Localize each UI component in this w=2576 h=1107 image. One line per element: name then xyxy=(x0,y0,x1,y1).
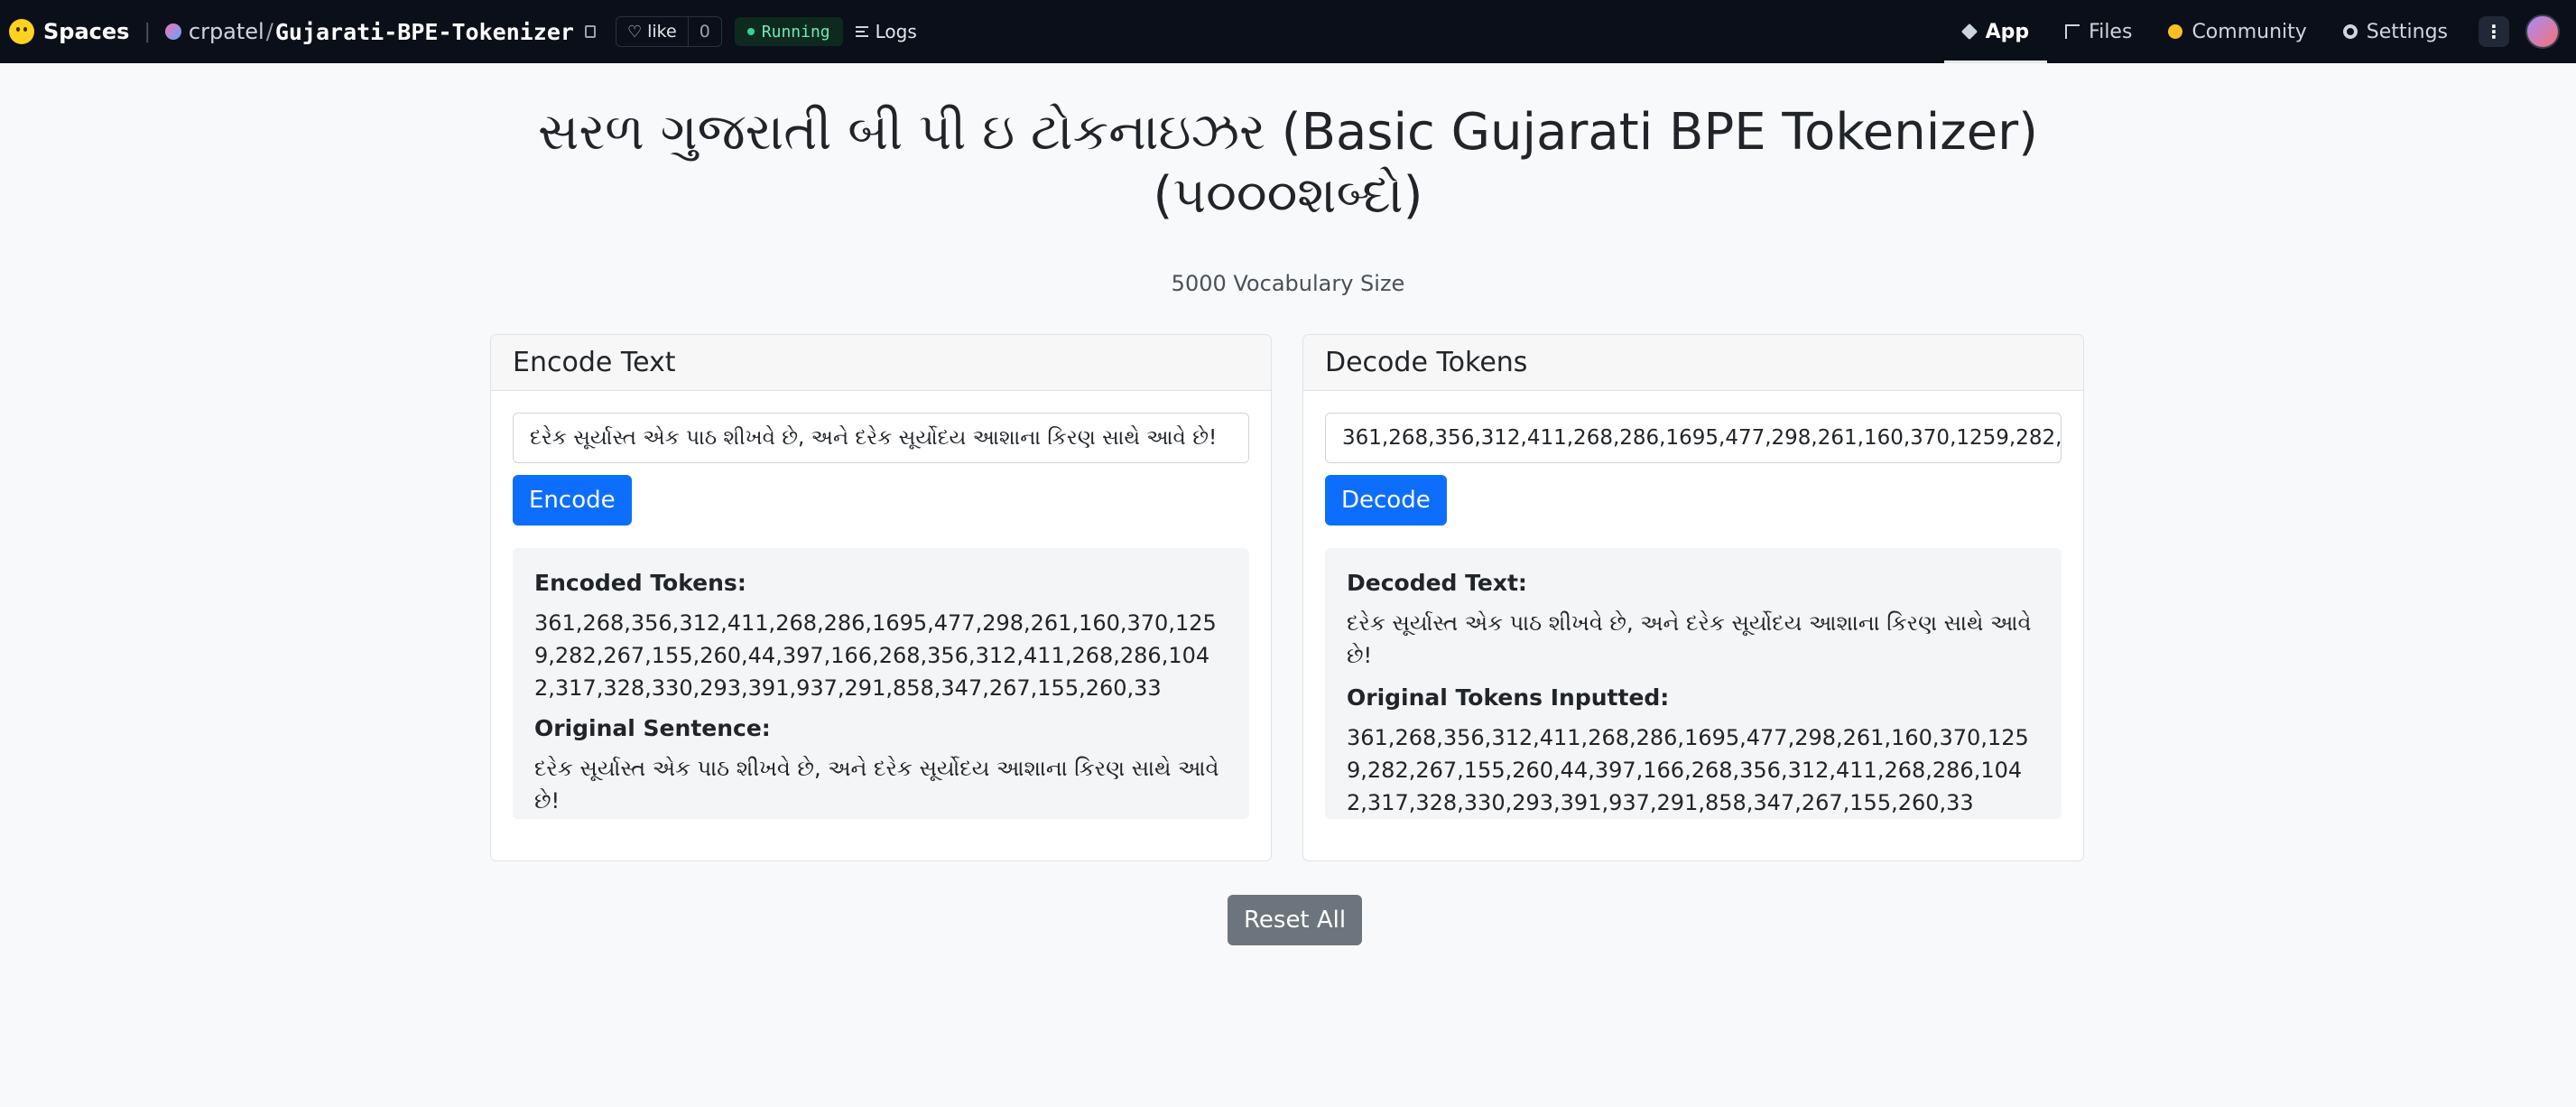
decode-result-panel: Decoded Text: દરેક સૂર્યાસ્ત એક પાઠ શીખવ… xyxy=(1325,548,2062,819)
original-tokens-value: 361,268,356,312,411,268,286,1695,477,298… xyxy=(1347,725,2029,815)
more-options-button[interactable]: ⋮ xyxy=(2479,16,2509,47)
repo-name-link[interactable]: Gujarati-BPE-Tokenizer xyxy=(275,19,574,45)
decode-button[interactable]: Decode xyxy=(1325,475,1447,526)
decoded-text-value: દરેક સૂર્યાસ્ત એક પાઠ શીખવે છે, અને દરેક… xyxy=(1347,610,2032,668)
copy-icon[interactable] xyxy=(584,25,596,38)
top-bar-left: Spaces | crpatel / Gujarati-BPE-Tokenize… xyxy=(0,0,917,63)
decoded-text-label: Decoded Text: xyxy=(1347,570,1527,596)
tab-settings-label: Settings xyxy=(2366,20,2448,43)
reset-all-button[interactable]: Reset All xyxy=(1228,895,1363,945)
hugging-face-logo-icon[interactable] xyxy=(9,19,34,44)
owner-avatar-icon xyxy=(164,23,181,40)
spaces-link[interactable]: Spaces xyxy=(43,19,129,44)
status-label: Running xyxy=(761,22,830,42)
encode-text-input[interactable]: દરેક સૂર્યાસ્ત એક પાઠ શીખવે છે, અને દરેક… xyxy=(513,413,1249,463)
decode-card: Decode Tokens 361,268,356,312,411,268,28… xyxy=(1302,334,2084,861)
original-sentence-value: દરેક સૂર્યાસ્ત એક પાઠ શીખવે છે, અને દરેક… xyxy=(534,756,1219,814)
original-tokens-label: Original Tokens Inputted: xyxy=(1347,684,1670,711)
tab-settings[interactable]: Settings xyxy=(2325,0,2466,63)
encoded-tokens-label: Encoded Tokens: xyxy=(534,570,746,596)
logs-icon xyxy=(855,26,868,37)
settings-icon xyxy=(2342,24,2358,39)
page-subtitle: 5000 Vocabulary Size xyxy=(1171,271,1405,296)
tab-community[interactable]: Community xyxy=(2150,0,2324,63)
encode-result-panel: Encoded Tokens: 361,268,356,312,411,268,… xyxy=(513,548,1249,819)
decode-card-header: Decode Tokens xyxy=(1303,335,2083,391)
encode-button[interactable]: Encode xyxy=(513,475,632,526)
encode-card-header: Encode Text xyxy=(491,335,1271,391)
logs-label: Logs xyxy=(875,21,917,42)
tab-files[interactable]: Files xyxy=(2047,0,2150,63)
status-dot-icon xyxy=(746,28,755,35)
logs-button[interactable]: Logs xyxy=(855,21,917,42)
top-bar-right: App Files Community Settings ⋮ xyxy=(1943,0,2576,63)
decode-tokens-input[interactable]: 361,268,356,312,411,268,286,1695,477,298… xyxy=(1325,413,2062,463)
like-count: 0 xyxy=(699,22,710,42)
tab-app-label: App xyxy=(1985,20,2030,43)
tab-files-label: Files xyxy=(2089,20,2133,43)
files-icon xyxy=(2065,24,2080,39)
app-icon xyxy=(1960,23,1978,41)
divider: | xyxy=(144,20,151,43)
like-label-wrap[interactable]: ♡ like xyxy=(616,17,689,46)
status-badge[interactable]: Running xyxy=(734,17,843,46)
path-separator: / xyxy=(265,19,273,44)
like-button[interactable]: ♡ like 0 xyxy=(615,16,722,47)
like-label: like xyxy=(647,22,677,42)
owner-link[interactable]: crpatel xyxy=(189,19,264,44)
tab-app[interactable]: App xyxy=(1943,0,2048,63)
original-sentence-label: Original Sentence: xyxy=(534,715,771,741)
encoded-tokens-value: 361,268,356,312,411,268,286,1695,477,298… xyxy=(534,610,1217,701)
community-icon xyxy=(2168,24,2183,39)
top-bar: Spaces | crpatel / Gujarati-BPE-Tokenize… xyxy=(0,0,2576,63)
user-avatar[interactable] xyxy=(2525,14,2560,49)
tab-community-label: Community xyxy=(2191,20,2307,43)
heart-icon: ♡ xyxy=(626,22,643,42)
page-title: સરળ ગુજરાતી બી પી ઇ ટોકનાઇઝર (Basic Guja… xyxy=(537,103,2039,225)
encode-card: Encode Text દરેક સૂર્યાસ્ત એક પાઠ શીખવે … xyxy=(490,334,1272,861)
